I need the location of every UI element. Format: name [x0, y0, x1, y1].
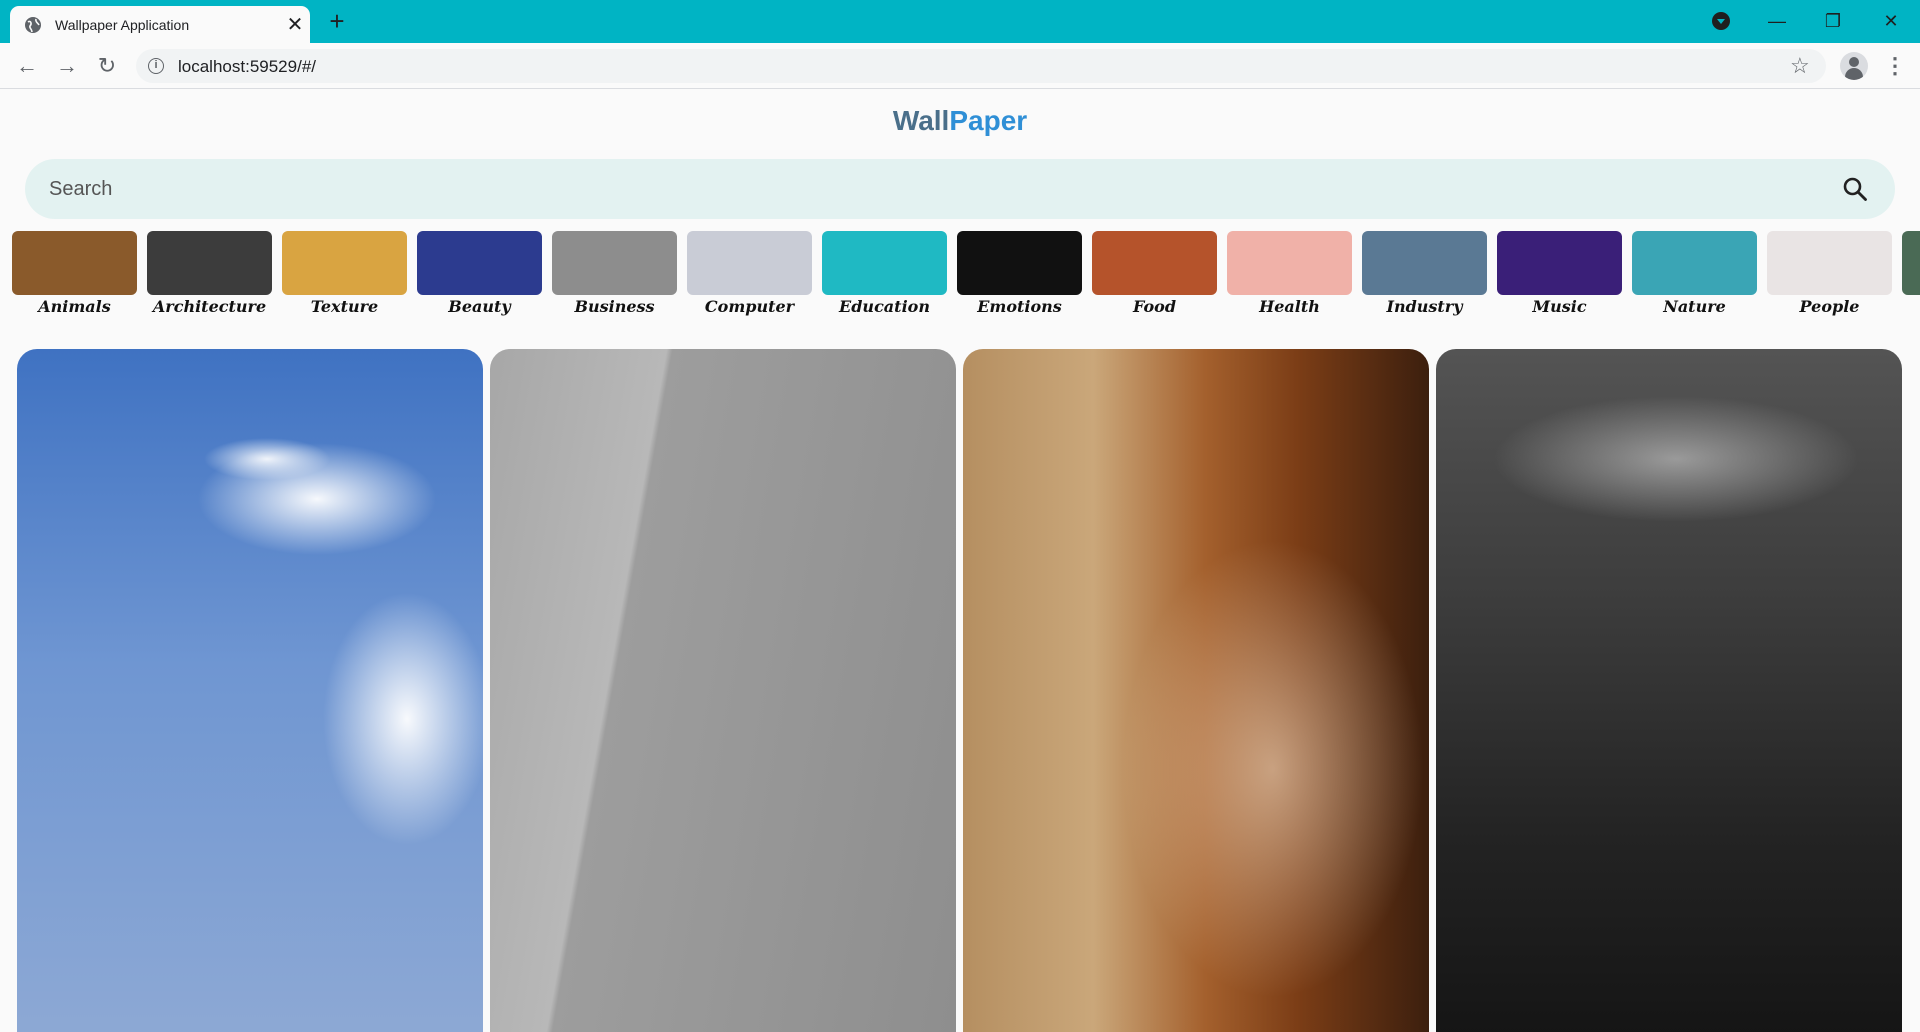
- photo-woman-sky[interactable]: [17, 349, 483, 1032]
- category-label: Emotions: [977, 297, 1062, 316]
- browser-toolbar: ← → ↻ i localhost:59529/#/ ☆ ⋮: [0, 43, 1920, 89]
- category-item[interactable]: Computer: [687, 231, 812, 321]
- category-label: Education: [839, 297, 930, 316]
- category-thumbnail: [957, 231, 1082, 295]
- category-label: Beauty: [448, 297, 511, 316]
- category-label: Computer: [704, 297, 795, 316]
- browser-tab[interactable]: Wallpaper Application ✕: [10, 6, 310, 43]
- category-item[interactable]: Texture: [282, 231, 407, 321]
- category-item[interactable]: Business: [552, 231, 677, 321]
- category-label: Texture: [310, 297, 379, 316]
- category-item[interactable]: Industry: [1362, 231, 1487, 321]
- wallpaper-app: WallPaper Animals Architecture Texture Beau…: [0, 89, 1920, 1032]
- category-thumbnail: [1092, 231, 1217, 295]
- category-thumbnail: [1362, 231, 1487, 295]
- category-item[interactable]: Architecture: [147, 231, 272, 321]
- restore-button[interactable]: ❐: [1818, 6, 1848, 36]
- category-item[interactable]: Music: [1497, 231, 1622, 321]
- category-thumbnail: [282, 231, 407, 295]
- category-thumbnail: [147, 231, 272, 295]
- photo-building[interactable]: [490, 349, 956, 1032]
- category-label: Animals: [38, 297, 111, 316]
- site-info-icon[interactable]: i: [148, 58, 164, 74]
- search-icon[interactable]: [1842, 176, 1868, 202]
- category-label: Health: [1259, 297, 1320, 316]
- photo-incense-smoke[interactable]: [963, 349, 1429, 1032]
- logo-paper: Paper: [949, 105, 1028, 136]
- category-label: Business: [574, 297, 655, 316]
- tab-search-icon[interactable]: [1712, 12, 1730, 30]
- category-item[interactable]: Food: [1092, 231, 1217, 321]
- bookmark-star-icon[interactable]: ☆: [1790, 54, 1810, 78]
- window-close-button[interactable]: ✕: [1876, 6, 1906, 36]
- globe-icon: [25, 17, 41, 33]
- category-label: Architecture: [152, 297, 267, 316]
- category-item[interactable]: Animals: [12, 231, 137, 321]
- category-label: Industry: [1386, 297, 1463, 316]
- category-thumbnail: [552, 231, 677, 295]
- category-label: People: [1799, 297, 1860, 316]
- search-bar: [25, 159, 1895, 219]
- category-item[interactable]: Nature: [1632, 231, 1757, 321]
- tab-close-icon[interactable]: ✕: [285, 15, 305, 35]
- category-thumbnail: [417, 231, 542, 295]
- category-thumbnail: [12, 231, 137, 295]
- photo-dark-sea[interactable]: [1436, 349, 1902, 1032]
- address-bar[interactable]: i localhost:59529/#/ ☆: [136, 49, 1826, 83]
- category-thumbnail: [1767, 231, 1892, 295]
- category-item[interactable]: Emotions: [957, 231, 1082, 321]
- category-label: Food: [1132, 297, 1176, 316]
- category-item[interactable]: Beauty: [417, 231, 542, 321]
- category-thumbnail: [1902, 231, 1920, 295]
- logo-wall: Wall: [892, 105, 950, 136]
- category-thumbnail: [687, 231, 812, 295]
- category-item[interactable]: Health: [1227, 231, 1352, 321]
- category-thumbnail: [822, 231, 947, 295]
- category-thumbnail: [1497, 231, 1622, 295]
- category-list: Animals Architecture Texture Beauty Business…: [12, 231, 1920, 321]
- category-item[interactable]: [1902, 231, 1920, 321]
- minimize-button[interactable]: —: [1762, 6, 1792, 36]
- tab-title: Wallpaper Application: [55, 17, 190, 33]
- reload-icon[interactable]: ↻: [93, 52, 121, 80]
- app-logo: WallPaper: [0, 105, 1920, 137]
- category-thumbnail: [1632, 231, 1757, 295]
- browser-tab-strip: Wallpaper Application ✕ + — ❐ ✕: [0, 0, 1920, 43]
- category-item[interactable]: People: [1767, 231, 1892, 321]
- forward-arrow-icon[interactable]: →: [53, 52, 81, 80]
- search-input[interactable]: [49, 159, 1809, 219]
- browser-menu-icon[interactable]: ⋮: [1884, 52, 1906, 80]
- category-thumbnail: [1227, 231, 1352, 295]
- new-tab-button[interactable]: +: [324, 8, 350, 35]
- category-label: Music: [1532, 297, 1587, 316]
- url-text[interactable]: localhost:59529/#/: [178, 57, 316, 77]
- account-icon[interactable]: [1840, 52, 1868, 80]
- category-label: Nature: [1663, 297, 1726, 316]
- back-arrow-icon[interactable]: ←: [13, 52, 41, 80]
- wallpaper-grid: [17, 349, 1903, 1032]
- category-item[interactable]: Education: [822, 231, 947, 321]
